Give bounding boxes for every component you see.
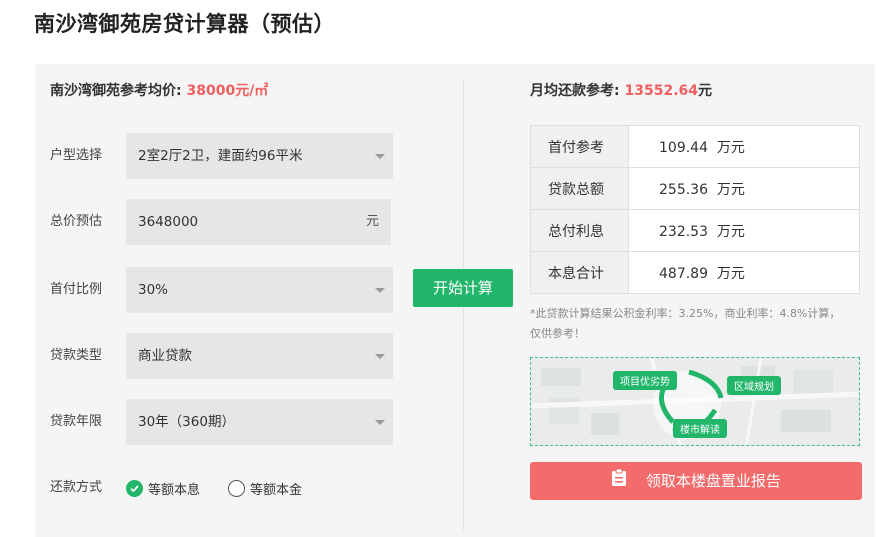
loan-type-value: 商业贷款 bbox=[138, 348, 192, 364]
result-table: 首付参考 109.44 万元 贷款总额 255.36 万元 总付利息 232.5… bbox=[530, 125, 860, 294]
loan-years-select[interactable]: 30年（360期） bbox=[126, 399, 393, 445]
layout-select[interactable]: 2室2厅2卫，建面约96平米 bbox=[126, 133, 393, 179]
table-row: 首付参考 109.44 万元 bbox=[530, 125, 860, 168]
monthly-label: 月均还款参考: bbox=[530, 83, 620, 99]
caret-down-icon bbox=[375, 288, 385, 293]
layout-row: 户型选择 2室2厅2卫，建面约96平米 bbox=[50, 133, 410, 179]
monthly-value: 13552.64 bbox=[624, 83, 698, 99]
monthly-unit: 元 bbox=[698, 83, 712, 99]
loan-type-select[interactable]: 商业贷款 bbox=[126, 333, 393, 379]
caret-down-icon bbox=[375, 154, 385, 159]
avg-price-label: 南沙湾御苑参考均价: bbox=[50, 83, 182, 99]
row-value: 487.89 万元 bbox=[628, 251, 860, 294]
calculator-panel: 南沙湾御苑参考均价: 38000元/㎡ 户型选择 2室2厅2卫，建面约96平米 … bbox=[35, 64, 875, 537]
get-report-label: 领取本楼盘置业报告 bbox=[645, 472, 781, 490]
row-label: 首付参考 bbox=[530, 125, 629, 168]
repay-option-1-label: 等额本息 bbox=[148, 483, 201, 498]
total-price-input[interactable]: 3648000 元 bbox=[126, 199, 391, 245]
map-tag-market: 楼市解读 bbox=[673, 419, 727, 438]
layout-value: 2室2厅2卫，建面约96平米 bbox=[138, 148, 303, 164]
repay-option-equal-principal[interactable]: 等额本金 bbox=[228, 479, 302, 498]
loan-years-label: 贷款年限 bbox=[50, 414, 103, 429]
total-row: 总价预估 3648000 元 bbox=[50, 199, 410, 245]
map-tag-planning: 区域规划 bbox=[727, 376, 781, 395]
avg-price-value: 38000元/㎡ bbox=[186, 83, 269, 99]
row-value: 109.44 万元 bbox=[628, 125, 860, 168]
down-payment-select[interactable]: 30% bbox=[126, 267, 393, 313]
row-label: 总付利息 bbox=[530, 209, 629, 252]
table-row: 总付利息 232.53 万元 bbox=[530, 209, 860, 252]
avg-price-line: 南沙湾御苑参考均价: 38000元/㎡ bbox=[50, 80, 268, 100]
rate-note: *此贷款计算结果公积金利率：3.25%，商业利率：4.8%计算，仅供参考！ bbox=[530, 307, 841, 340]
clipboard-icon bbox=[611, 463, 627, 501]
total-value: 3648000 bbox=[138, 214, 199, 230]
row-value: 232.53 万元 bbox=[628, 209, 860, 252]
radio-empty-icon bbox=[228, 480, 245, 497]
loan-type-label: 贷款类型 bbox=[50, 348, 103, 363]
table-row: 本息合计 487.89 万元 bbox=[530, 251, 860, 294]
layout-label: 户型选择 bbox=[50, 148, 103, 163]
row-label: 贷款总额 bbox=[530, 167, 629, 210]
repay-method-row: 还款方式 等额本息 等额本金 bbox=[50, 470, 430, 506]
map-tag-advantages: 项目优劣势 bbox=[613, 371, 677, 390]
down-payment-row: 首付比例 30% bbox=[50, 267, 410, 313]
repay-method-label: 还款方式 bbox=[50, 480, 103, 495]
row-label: 本息合计 bbox=[530, 251, 629, 294]
caret-down-icon bbox=[375, 420, 385, 425]
page-title: 南沙湾御苑房贷计算器（预估） bbox=[34, 12, 335, 36]
down-payment-value: 30% bbox=[138, 282, 169, 298]
down-payment-label: 首付比例 bbox=[50, 282, 103, 297]
loan-years-row: 贷款年限 30年（360期） bbox=[50, 399, 410, 445]
check-circle-icon bbox=[126, 480, 143, 497]
get-report-button[interactable]: 领取本楼盘置业报告 bbox=[530, 462, 862, 500]
caret-down-icon bbox=[375, 354, 385, 359]
report-map-banner[interactable]: 项目优劣势 区域规划 楼市解读 bbox=[530, 357, 860, 446]
table-row: 贷款总额 255.36 万元 bbox=[530, 167, 860, 210]
repay-option-2-label: 等额本金 bbox=[250, 483, 303, 498]
row-value: 255.36 万元 bbox=[628, 167, 860, 210]
loan-years-value: 30年（360期） bbox=[138, 414, 235, 430]
total-unit: 元 bbox=[365, 214, 379, 229]
monthly-payment-line: 月均还款参考: 13552.64元 bbox=[530, 80, 712, 100]
loan-type-row: 贷款类型 商业贷款 bbox=[50, 333, 410, 379]
repay-option-equal-installment[interactable]: 等额本息 bbox=[126, 479, 200, 498]
total-label: 总价预估 bbox=[50, 214, 103, 229]
start-calc-button[interactable]: 开始计算 bbox=[413, 269, 513, 307]
